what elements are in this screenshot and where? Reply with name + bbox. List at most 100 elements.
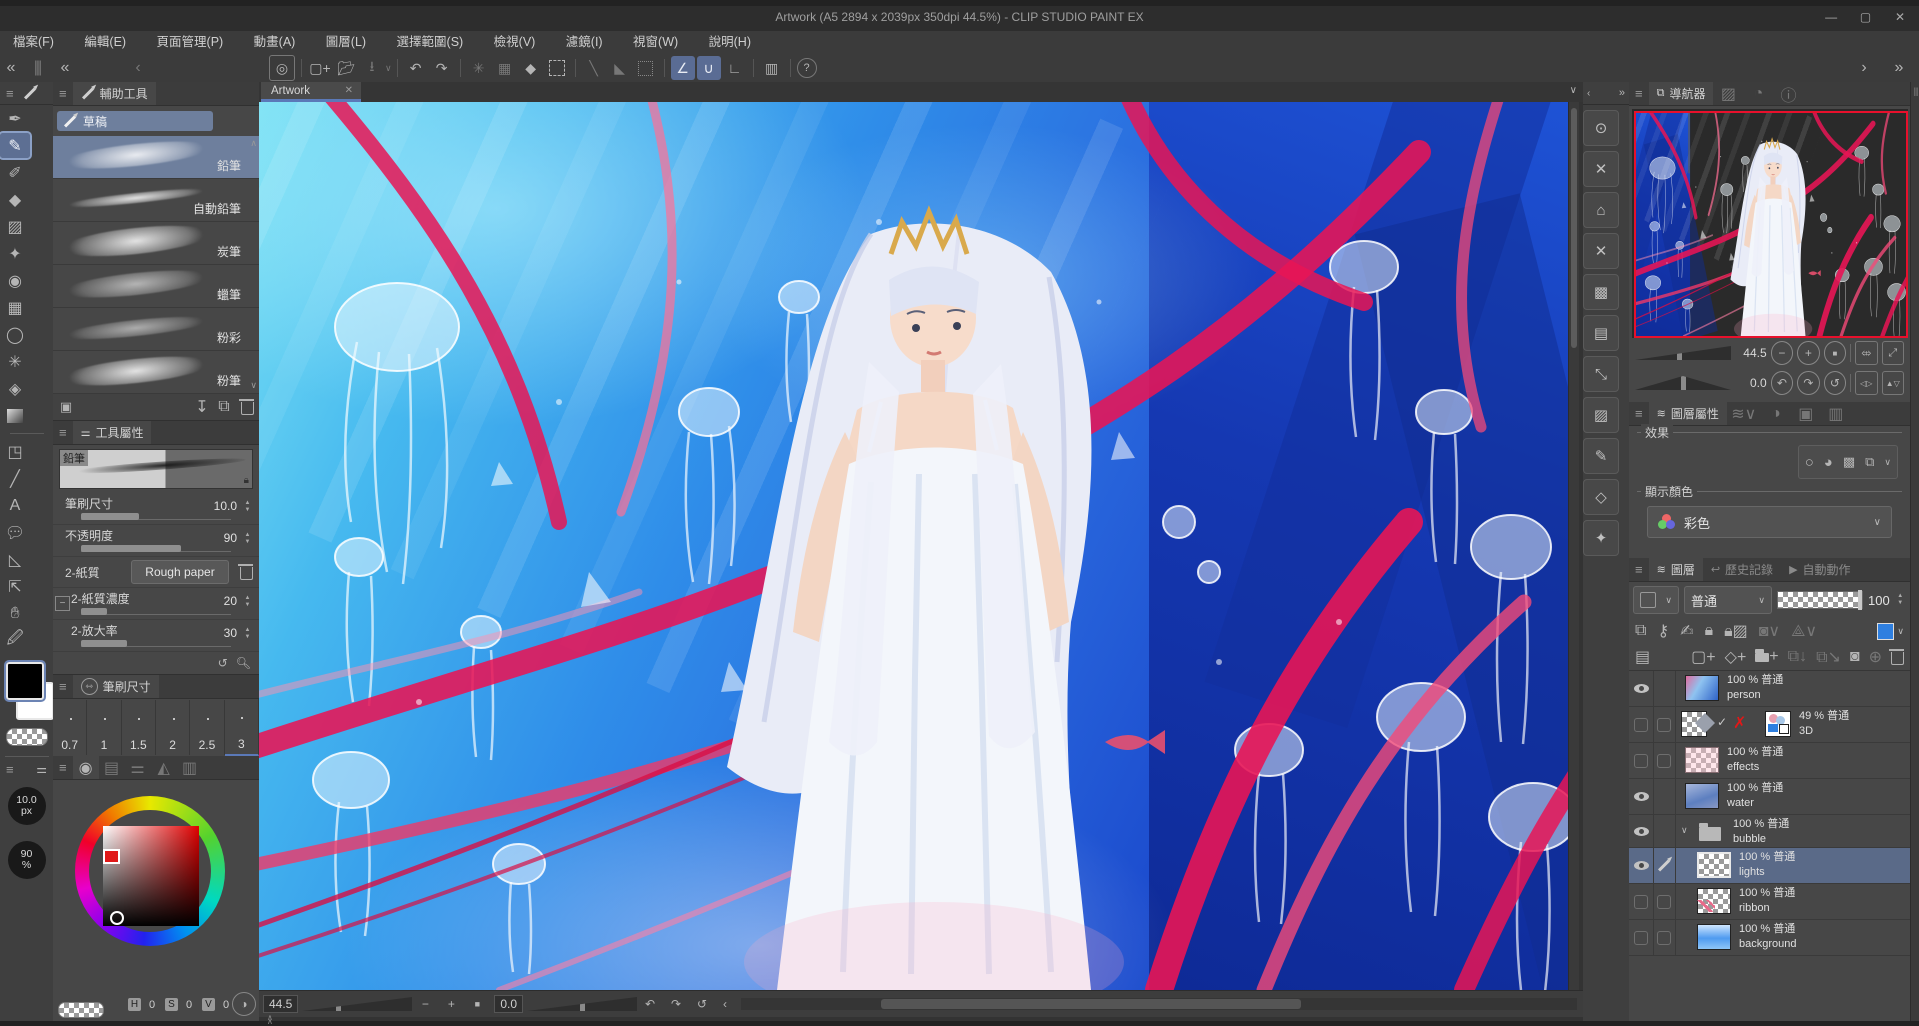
fit-screen-icon[interactable]: ■ — [464, 999, 490, 1009]
nav-zoom-out-icon[interactable]: − — [1771, 341, 1793, 365]
canvas-hscroll-thumb[interactable] — [881, 999, 1301, 1009]
hue-marker[interactable] — [103, 849, 120, 864]
auto-action-tab[interactable]: ▶ 自動動作 — [1781, 558, 1858, 581]
nav-zoom-slider[interactable] — [1635, 346, 1731, 360]
menu-file[interactable]: 檔案(F) — [0, 31, 67, 54]
layer-row-water[interactable]: 100 % 普通 water — [1629, 779, 1910, 815]
toolprop-tab[interactable]: ⚌ 工具屬性 — [73, 421, 152, 444]
layer-row-3d[interactable]: ✓ ✗ 49 % 普通 3D — [1629, 707, 1910, 743]
draft-layer-icon[interactable]: ✍︎ — [1680, 621, 1693, 641]
right-chevron-icon[interactable]: › — [1849, 59, 1879, 77]
invert-selection-icon[interactable]: ▦ — [493, 56, 517, 80]
material-home-icon[interactable]: ⌂ — [1583, 192, 1619, 228]
subtool-scroll-up-icon[interactable]: ∧ — [250, 138, 257, 149]
layer-property-tab[interactable]: ≋ 圖層屬性 — [1649, 402, 1727, 425]
size-cell-1[interactable]: 1 — [87, 700, 121, 755]
companion-device-icon[interactable]: ▥ — [760, 56, 784, 80]
redo-icon[interactable]: ↷ — [430, 56, 454, 80]
color-history-tab-icon[interactable]: ▥ — [177, 758, 203, 778]
layer-row-effects[interactable]: 100 % 普通 effects — [1629, 743, 1910, 779]
undo-icon[interactable]: ↶ — [404, 56, 428, 80]
opacity-spinner[interactable]: ▲▼ — [242, 530, 253, 548]
brush-item-pencil[interactable]: 鉛筆 ∧ — [53, 136, 259, 179]
navigator-menu-icon[interactable]: ≡ — [1629, 86, 1649, 101]
color-menu-icon[interactable]: ≡ — [53, 760, 73, 775]
delete-subtool-icon[interactable] — [235, 399, 259, 415]
snap-guide-icon[interactable]: ∟ — [723, 56, 747, 80]
new-folder-icon[interactable]: + — [1755, 648, 1778, 666]
deselect-icon[interactable]: ✳ — [467, 56, 491, 80]
tool-object-icon[interactable]: ◳ — [0, 439, 30, 464]
material-shrink-icon[interactable]: ⤡ — [1583, 356, 1619, 392]
tool-fill-icon[interactable]: ◈ — [0, 376, 30, 401]
material-edit-icon[interactable]: ✎︎ — [1583, 438, 1619, 474]
document-close-icon[interactable]: ✕ — [345, 85, 353, 96]
right-drag-handle-icon[interactable]: ||| — [1911, 86, 1919, 96]
texture-delete-icon[interactable] — [240, 564, 253, 580]
menu-window[interactable]: 視窗(W) — [620, 31, 691, 54]
panel-collapse-icon[interactable]: « — [0, 59, 22, 77]
nav-fullscreen-icon[interactable]: ⤢ — [1882, 341, 1904, 365]
mat-chevron-icon[interactable]: ‹ — [1587, 88, 1590, 99]
visible-eye-icon[interactable] — [1634, 827, 1649, 836]
size-cell-3[interactable]: 3 — [225, 699, 259, 756]
rotate-cw-icon[interactable]: ↷ — [663, 997, 689, 1011]
panel-transparent-color[interactable] — [58, 1002, 104, 1018]
document-tab[interactable]: Artwork ✕ — [261, 82, 361, 102]
nav-reset-rotation-icon[interactable]: ↺ — [1824, 371, 1846, 395]
lock-layer-icon[interactable]: 🔒︎ — [1705, 622, 1714, 640]
paper-texture-button[interactable]: Rough paper — [131, 560, 229, 584]
marquee-icon[interactable] — [634, 56, 658, 80]
hidden-eye-box[interactable] — [1634, 718, 1648, 732]
merge-down-icon[interactable]: ⧉↘ — [1816, 647, 1841, 667]
size-cell-07[interactable]: 0.7 — [53, 700, 87, 755]
material-figure-icon[interactable]: ✦ — [1583, 520, 1619, 556]
tool-lasso-icon[interactable]: ◯ — [0, 322, 30, 347]
zoom-out-icon[interactable]: − — [412, 997, 438, 1011]
toolbar-menu-icon[interactable]: ≡ — [0, 86, 20, 101]
minimize-button[interactable]: — — [1816, 6, 1846, 27]
magnification-slider[interactable] — [81, 640, 191, 647]
border-tab-icon[interactable]: ▣ — [1791, 404, 1821, 424]
subtool-tab[interactable]: 輔助工具 — [73, 82, 156, 105]
layer-row-bubble-folder[interactable]: ∨ 100 % 普通 bubble — [1629, 815, 1910, 848]
brush-size-spinner[interactable]: ▲▼ — [242, 498, 253, 516]
clipping-icon[interactable]: ⧉ — [1635, 622, 1646, 640]
tab-list-icon[interactable]: ∨ — [1570, 85, 1577, 96]
reset-settings-icon[interactable]: ↺ — [218, 656, 228, 670]
subtool-menu-icon[interactable]: ≡ — [53, 86, 73, 101]
right-collapse-icon[interactable]: » — [1879, 59, 1919, 77]
rotate-ccw-icon[interactable]: ↶ — [637, 997, 663, 1011]
new-raster-layer-icon[interactable]: ▢+ — [1691, 647, 1715, 667]
effect-tab2-icon[interactable]: ≋∨ — [1727, 404, 1761, 424]
nav-fit-icon[interactable]: ■ — [1824, 341, 1846, 365]
transform-icon[interactable] — [545, 56, 569, 80]
size-cell-2[interactable]: 2 — [156, 700, 190, 755]
tool-pencil-icon[interactable]: ✎︎ — [0, 133, 30, 158]
itembank-tab-icon[interactable]: ◔ — [1743, 85, 1773, 103]
material-image-icon[interactable]: ▨ — [1583, 397, 1619, 433]
visible-eye-icon[interactable] — [1634, 684, 1649, 693]
brush-item-mech-pencil[interactable]: 自動鉛筆 — [53, 179, 259, 222]
menu-help[interactable]: 說明(H) — [696, 31, 764, 54]
delete-layer-icon[interactable] — [1891, 649, 1904, 665]
ruler-range-icon[interactable]: ⟁∨ — [1791, 621, 1817, 641]
material-pattern-icon[interactable]: ▩ — [1583, 274, 1619, 310]
layer-opacity-slider[interactable] — [1777, 591, 1863, 609]
density-slider[interactable] — [81, 608, 191, 615]
display-color-dropdown[interactable]: 彩色 ∨ — [1647, 506, 1892, 538]
close-button[interactable]: ✕ — [1885, 6, 1915, 27]
brush-item-chalk[interactable]: 粉筆 ∨ — [53, 351, 259, 394]
layer-color-swatch[interactable] — [1877, 623, 1894, 640]
nav-zoom-in-icon[interactable]: + — [1797, 341, 1819, 365]
save-dropdown-icon[interactable]: ∨ — [385, 63, 392, 74]
menu-filter[interactable]: 濾鏡(I) — [553, 31, 616, 54]
clip-studio-logo-icon[interactable]: ◎ — [269, 55, 295, 81]
color-wheel-tab-icon[interactable]: ◉ — [73, 756, 99, 779]
nav-flip-canvas-icon[interactable]: ⤄ — [1855, 341, 1877, 365]
extra-tab-icon[interactable]: ▥ — [1821, 404, 1851, 424]
lock-transparent-icon[interactable]: 🔒︎▨ — [1724, 621, 1748, 641]
layer-list-view-icon[interactable]: ▤ — [1635, 647, 1650, 667]
size-cell-15[interactable]: 1.5 — [122, 700, 156, 755]
material-3d-icon[interactable]: ◇ — [1583, 479, 1619, 515]
